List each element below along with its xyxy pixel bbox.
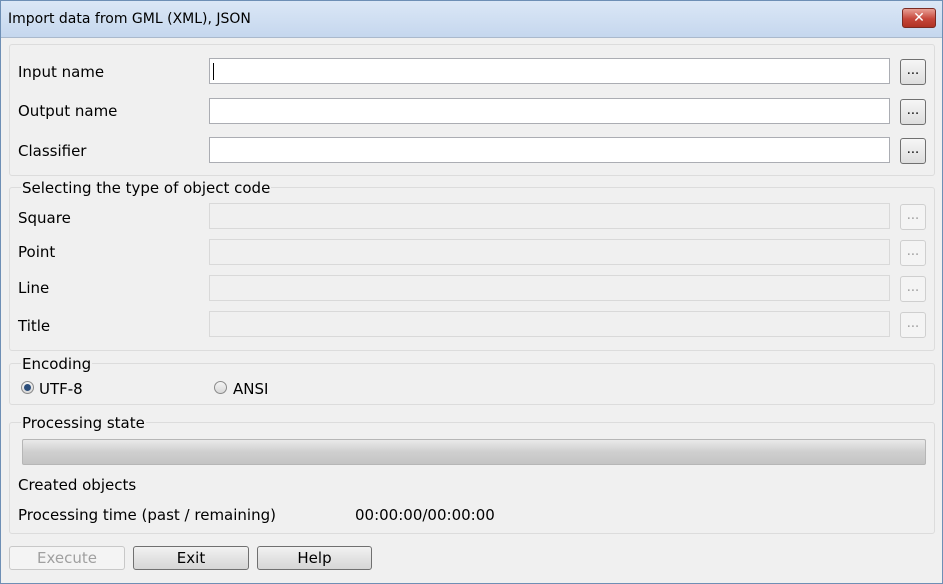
title-field [209,311,890,337]
classifier-input[interactable] [210,138,889,162]
exit-button[interactable]: Exit [133,546,249,570]
square-label: Square [18,209,71,227]
line-label: Line [18,279,50,297]
utf8-radio[interactable] [21,381,34,394]
point-field [209,239,890,265]
radio-selected-dot [24,384,31,391]
execute-button: Execute [9,546,125,570]
line-browse-button: ... [900,276,926,302]
title-browse-button: ... [900,312,926,338]
square-field [209,203,890,229]
import-dialog: Import data from GML (XML), JSON ✕ Input… [0,0,943,584]
encoding-group-title: Encoding [21,355,93,373]
close-button[interactable]: ✕ [902,8,936,28]
classifier-field[interactable] [209,137,890,163]
output-name-input[interactable] [210,99,889,123]
object-code-group-title: Selecting the type of object code [21,179,272,197]
close-icon: ✕ [913,10,925,26]
ansi-label[interactable]: ANSI [233,380,268,398]
output-browse-button[interactable]: ... [900,99,926,125]
classifier-label: Classifier [18,142,87,160]
input-name-label: Input name [18,63,105,81]
utf8-label[interactable]: UTF-8 [39,380,83,398]
text-caret [213,63,214,80]
help-button[interactable]: Help [257,546,372,570]
input-name-input[interactable] [210,59,889,83]
line-field [209,275,890,301]
created-objects-label: Created objects [18,476,137,494]
processing-time-value: 00:00:00/00:00:00 [355,506,495,524]
input-name-field[interactable] [209,58,890,84]
square-browse-button: ... [900,204,926,230]
encoding-group [9,363,935,405]
title-label: Title [18,317,51,335]
point-label: Point [18,243,56,261]
ansi-radio[interactable] [214,381,227,394]
title-bar[interactable]: Import data from GML (XML), JSON ✕ [1,1,942,38]
window-title: Import data from GML (XML), JSON [8,11,251,27]
output-name-label: Output name [18,102,118,120]
input-browse-button[interactable]: ... [900,59,926,85]
progress-bar [22,439,926,465]
processing-time-label: Processing time (past / remaining) [18,506,276,524]
classifier-browse-button[interactable]: ... [900,138,926,164]
processing-group-title: Processing state [21,414,146,432]
point-browse-button: ... [900,240,926,266]
output-name-field[interactable] [209,98,890,124]
